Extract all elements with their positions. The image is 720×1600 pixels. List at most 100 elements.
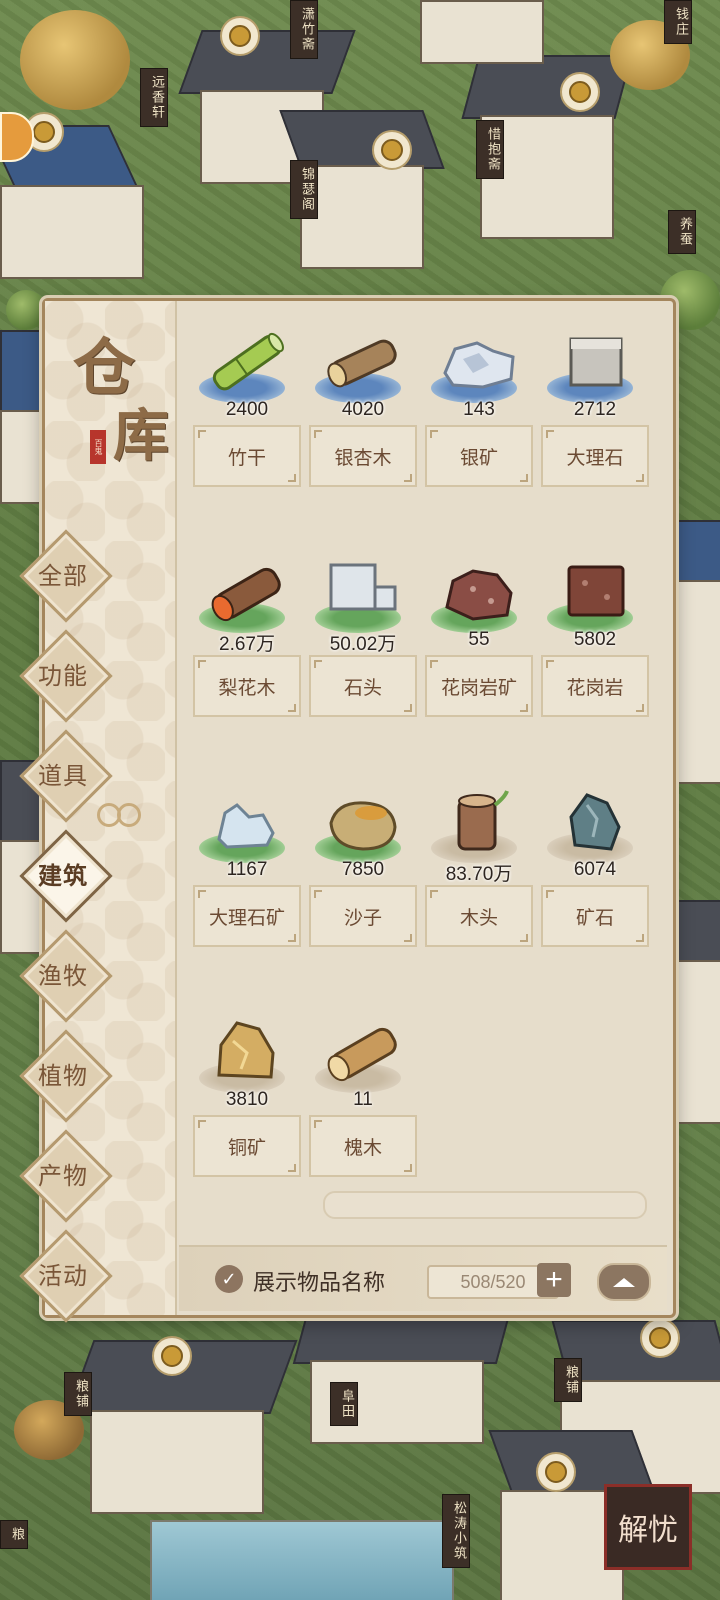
silver-ore-icon bbox=[443, 341, 515, 389]
item-cell[interactable]: 4020 银杏木 bbox=[309, 317, 417, 547]
ginkgo-tree bbox=[20, 10, 130, 110]
item-name: 梨花木 bbox=[193, 655, 301, 717]
item-cell[interactable]: 2712 大理石 bbox=[541, 317, 649, 547]
town-building bbox=[672, 580, 720, 784]
item-name: 银矿 bbox=[425, 425, 533, 487]
coin-bubble-icon[interactable] bbox=[536, 1452, 576, 1492]
item-cell[interactable]: 3810 铜矿 bbox=[193, 1007, 301, 1237]
category-label: 植物 bbox=[38, 1062, 88, 1090]
locust-wood-icon bbox=[327, 1027, 397, 1082]
coin-bubble-icon[interactable] bbox=[640, 1318, 680, 1358]
item-name: 大理石 bbox=[541, 425, 649, 487]
item-name: 木头 bbox=[425, 885, 533, 947]
warehouse-footer: ✓ 展示物品名称 508/520 + bbox=[179, 1245, 667, 1311]
stone-block-icon bbox=[329, 563, 397, 611]
item-name: 大理石矿 bbox=[193, 885, 301, 947]
town-building bbox=[90, 1410, 264, 1514]
coin-bubble-icon[interactable] bbox=[152, 1336, 192, 1376]
shop-sign: 惜抱斋 bbox=[476, 120, 504, 179]
shop-sign: 钱庄 bbox=[664, 0, 692, 44]
item-quantity: 3810 bbox=[225, 1089, 269, 1110]
warehouse-title: 仓 库 百鬼 bbox=[65, 315, 175, 475]
pond bbox=[150, 1520, 454, 1600]
item-cell[interactable]: 55 花岗岩矿 bbox=[425, 547, 533, 777]
item-name: 花岗岩矿 bbox=[425, 655, 533, 717]
marble-block-icon bbox=[569, 337, 623, 387]
item-name: 竹干 bbox=[193, 425, 301, 487]
town-building bbox=[420, 0, 544, 64]
shop-sign: 远香轩 bbox=[140, 68, 168, 127]
item-quantity: 143 bbox=[463, 399, 495, 420]
category-tab-products[interactable]: 产物 bbox=[19, 1129, 113, 1223]
item-name: 铜矿 bbox=[193, 1115, 301, 1177]
town-roof bbox=[461, 55, 633, 119]
town-roof bbox=[672, 520, 720, 584]
item-cell[interactable]: 5802 花岗岩 bbox=[541, 547, 649, 777]
category-tab-events[interactable]: 活动 bbox=[19, 1229, 113, 1323]
town-roof bbox=[178, 30, 356, 94]
item-quantity: 55 bbox=[468, 629, 490, 650]
jieyou-button[interactable]: 解忧 bbox=[604, 1484, 692, 1570]
marble-ore-icon bbox=[217, 803, 275, 849]
ginkgo-log-icon bbox=[327, 339, 397, 388]
item-cell[interactable]: 2.67万 梨花木 bbox=[193, 547, 301, 777]
town-roof bbox=[292, 1310, 512, 1364]
tree bbox=[6, 290, 46, 330]
coin-bubble-icon[interactable] bbox=[220, 16, 260, 56]
pear-wood-icon bbox=[211, 567, 281, 622]
item-quantity: 7850 bbox=[341, 859, 385, 880]
town-building bbox=[300, 165, 424, 269]
item-name: 花岗岩 bbox=[541, 655, 649, 717]
category-tab-plants[interactable]: 植物 bbox=[19, 1029, 113, 1123]
category-sidebar: 仓 库 百鬼 全部 功能 道具 建筑 渔牧 植物 产物 活动 bbox=[19, 301, 177, 1323]
shop-sign: 锦瑟阁 bbox=[290, 160, 318, 219]
shop-sign: 粮铺 bbox=[64, 1372, 92, 1416]
category-label: 渔牧 bbox=[38, 962, 88, 990]
show-names-label: 展示物品名称 bbox=[253, 1270, 386, 1295]
category-tab-props[interactable]: 道具 bbox=[19, 729, 113, 823]
item-cell[interactable]: 2400 竹干 bbox=[193, 317, 301, 547]
item-quantity: 5802 bbox=[573, 629, 617, 650]
item-cell[interactable]: 1167 大理石矿 bbox=[193, 777, 301, 1007]
item-cell[interactable]: 143 银矿 bbox=[425, 317, 533, 547]
coin-bubble-icon[interactable] bbox=[372, 130, 412, 170]
collapse-up-button[interactable] bbox=[597, 1263, 651, 1301]
category-tab-fishing[interactable]: 渔牧 bbox=[19, 929, 113, 1023]
item-name: 沙子 bbox=[309, 885, 417, 947]
item-quantity: 1167 bbox=[226, 859, 268, 880]
item-name: 槐木 bbox=[309, 1115, 417, 1177]
item-cell[interactable]: 83.70万 木头 bbox=[425, 777, 533, 1007]
item-quantity: 6074 bbox=[573, 859, 617, 880]
item-grid: 2400 竹干 4020 银杏木 143 银矿 2712 大理石 2.67万 梨… bbox=[193, 327, 663, 1227]
town-roof bbox=[672, 900, 720, 964]
shop-sign: 粮 bbox=[0, 1520, 28, 1549]
item-cell[interactable]: 6074 矿石 bbox=[541, 777, 649, 1007]
shop-sign: 阜田 bbox=[330, 1382, 358, 1426]
category-label: 全部 bbox=[38, 562, 88, 590]
item-quantity: 2400 bbox=[225, 399, 269, 420]
item-name: 矿石 bbox=[541, 885, 649, 947]
town-building bbox=[0, 410, 44, 504]
shop-sign: 潇竹斋 bbox=[290, 0, 318, 59]
item-cell[interactable]: 7850 沙子 bbox=[309, 777, 417, 1007]
sand-bag-icon bbox=[329, 801, 397, 851]
expand-capacity-button[interactable]: + bbox=[537, 1263, 571, 1297]
category-label: 功能 bbox=[38, 662, 88, 690]
item-quantity: 11 bbox=[353, 1089, 373, 1110]
granite-ore-icon bbox=[445, 569, 513, 621]
category-tab-function[interactable]: 功能 bbox=[19, 629, 113, 723]
show-names-checkbox[interactable]: ✓ bbox=[215, 1265, 243, 1293]
shop-sign: 养蚕 bbox=[668, 210, 696, 254]
item-quantity: 50.02万 bbox=[329, 634, 397, 655]
horizontal-scroll-track[interactable] bbox=[323, 1191, 647, 1219]
coin-bubble-icon[interactable] bbox=[560, 72, 600, 112]
granite-block-icon bbox=[567, 565, 625, 617]
wood-stump-icon bbox=[457, 790, 509, 851]
bamboo-icon bbox=[212, 332, 284, 391]
item-quantity: 2.67万 bbox=[219, 634, 275, 655]
item-quantity: 2712 bbox=[573, 399, 617, 420]
category-label: 建筑 bbox=[38, 862, 88, 890]
item-cell[interactable]: 50.02万 石头 bbox=[309, 547, 417, 777]
category-tab-building[interactable]: 建筑 bbox=[19, 829, 113, 923]
category-tab-all[interactable]: 全部 bbox=[19, 529, 113, 623]
